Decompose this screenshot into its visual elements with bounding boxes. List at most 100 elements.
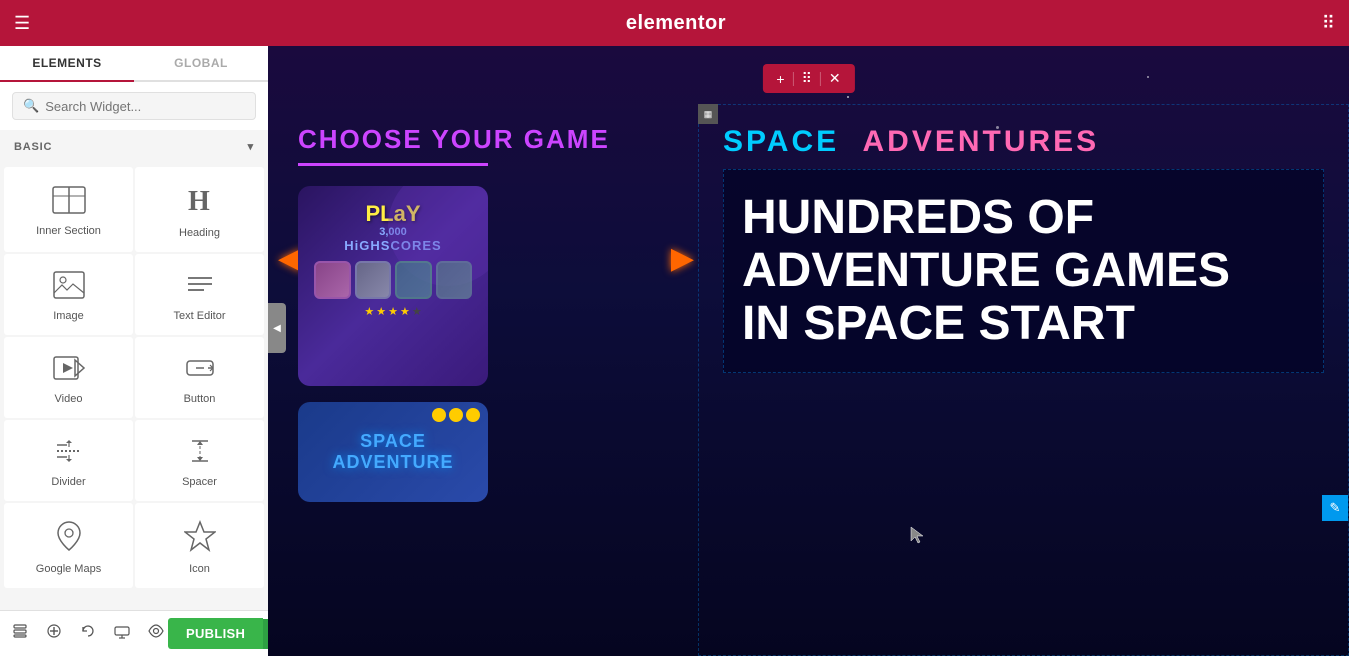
game-card-1[interactable]: PLaY 3,000 HiGHSCORES ★ ★ (298, 186, 488, 386)
tab-elements[interactable]: ELEMENTS (0, 46, 134, 82)
game-card-2[interactable]: SPACEADVENTURE (298, 402, 488, 502)
space-word-1: SPACE (723, 125, 839, 158)
inner-section-icon (52, 186, 86, 219)
game-icons (314, 261, 472, 299)
section-add-button[interactable]: + (770, 69, 790, 89)
star-decoration (1147, 76, 1149, 78)
star-1: ★ (364, 305, 374, 318)
add-section-icon[interactable] (42, 619, 66, 648)
search-icon: 🔍 (23, 98, 39, 114)
next-arrow[interactable]: ▶ (671, 241, 694, 276)
left-content-panel: CHOOSE YOUR GAME ◀ PLaY 3,000 HiGHSCORES (268, 104, 698, 522)
inner-section-label: Inner Section (36, 225, 101, 237)
divider-icon (53, 437, 85, 470)
space-title: SPACE ADVENTURES (723, 125, 1324, 159)
space-word-2: ADVENTURES (862, 125, 1099, 158)
top-bar: ☰ elementor ⠿ (0, 0, 1349, 46)
search-box: 🔍 (12, 92, 256, 120)
collapse-icon[interactable]: ▾ (248, 140, 254, 153)
widget-icon[interactable]: Icon (135, 503, 264, 588)
section-delete-button[interactable]: ✕ (823, 68, 847, 89)
undo-icon[interactable] (76, 619, 100, 648)
toolbar-divider (820, 72, 821, 86)
badge-1 (432, 408, 446, 422)
sidebar-collapse-handle[interactable]: ◀ (268, 303, 286, 353)
choose-heading: CHOOSE YOUR GAME (298, 124, 668, 155)
icon-widget-icon (184, 520, 216, 557)
game-thumb-3 (395, 261, 432, 299)
card-badges (432, 408, 480, 422)
bottom-bar: PUBLISH ▲ (0, 610, 268, 656)
text-editor-label: Text Editor (174, 310, 226, 322)
spacer-icon (184, 437, 216, 470)
canvas-background: + ⠿ ✕ CHOOSE YOUR GAME ◀ (268, 46, 1349, 656)
tab-global[interactable]: GLOBAL (134, 46, 268, 80)
column-handle[interactable]: ▦ (698, 104, 718, 124)
bottom-icons (8, 619, 168, 648)
cursor-indicator (909, 525, 925, 550)
star-5-empty: ★ (412, 305, 422, 318)
canvas-area: + ⠿ ✕ CHOOSE YOUR GAME ◀ (268, 46, 1349, 656)
edit-corner-button[interactable]: ✎ (1322, 495, 1348, 521)
image-icon (53, 271, 85, 304)
widget-heading[interactable]: H Heading (135, 167, 264, 252)
svg-text:H: H (188, 186, 210, 216)
text-editor-icon (184, 271, 216, 304)
choose-underline (298, 163, 488, 166)
heading-label: Heading (179, 227, 220, 239)
star-2: ★ (376, 305, 386, 318)
badge-3 (466, 408, 480, 422)
image-label: Image (53, 310, 84, 322)
video-label: Video (55, 393, 83, 405)
button-label: Button (184, 393, 216, 405)
video-icon (53, 354, 85, 387)
basic-label: BASIC (14, 141, 52, 153)
section-move-handle[interactable]: ⠿ (796, 68, 818, 89)
widget-divider[interactable]: Divider (4, 420, 133, 501)
button-widget-icon (184, 354, 216, 387)
layers-icon[interactable] (8, 619, 32, 648)
widget-button[interactable]: Button (135, 337, 264, 418)
widget-spacer[interactable]: Spacer (135, 420, 264, 501)
search-input[interactable] (45, 99, 245, 114)
badge-2 (449, 408, 463, 422)
star-3: ★ (388, 305, 398, 318)
spacer-label: Spacer (182, 476, 217, 488)
icon-label: Icon (189, 563, 210, 575)
game-thumb-2 (355, 261, 392, 299)
right-content-panel: SPACE ADVENTURES ✎ HUNDREDS OFADVENTURE … (698, 104, 1349, 656)
widget-text-editor[interactable]: Text Editor (135, 254, 264, 335)
search-area: 🔍 (0, 82, 268, 130)
hide-icon[interactable] (144, 619, 168, 648)
game-thumb-1 (314, 261, 351, 299)
apps-grid-icon[interactable]: ⠿ (1322, 13, 1335, 34)
sidebar: ELEMENTS GLOBAL 🔍 BASIC ▾ (0, 46, 268, 656)
publish-button[interactable]: PUBLISH (168, 618, 263, 649)
stars-row-1: ★ ★ ★ ★ ★ (314, 305, 472, 318)
star-4: ★ (400, 305, 410, 318)
responsive-icon[interactable] (110, 619, 134, 648)
main-layout: ELEMENTS GLOBAL 🔍 BASIC ▾ (0, 46, 1349, 656)
toolbar-divider (793, 72, 794, 86)
widget-video[interactable]: Video (4, 337, 133, 418)
widget-google-maps[interactable]: Google Maps (4, 503, 133, 588)
basic-section-header: BASIC ▾ (0, 130, 268, 163)
widgets-grid: Inner Section H Heading (0, 163, 268, 592)
sidebar-tabs: ELEMENTS GLOBAL (0, 46, 268, 82)
google-maps-label: Google Maps (36, 563, 101, 575)
divider-label: Divider (51, 476, 85, 488)
hamburger-menu-icon[interactable]: ☰ (14, 13, 30, 34)
elementor-logo: elementor (626, 12, 726, 35)
publish-button-group: PUBLISH ▲ (168, 618, 268, 649)
big-heading-text: HUNDREDS OFADVENTURE GAMESIN SPACE START (742, 192, 1305, 350)
google-maps-icon (54, 520, 84, 557)
widget-inner-section[interactable]: Inner Section (4, 167, 133, 252)
space-card-text: SPACEADVENTURE (332, 431, 453, 473)
big-text-box: HUNDREDS OFADVENTURE GAMESIN SPACE START (723, 169, 1324, 373)
section-toolbar: + ⠿ ✕ (762, 64, 854, 93)
widget-image[interactable]: Image (4, 254, 133, 335)
heading-icon: H (184, 184, 216, 221)
star-decoration (847, 96, 849, 98)
game-cards-row: ◀ PLaY 3,000 HiGHSCORES (298, 186, 668, 386)
game-thumb-4 (436, 261, 473, 299)
